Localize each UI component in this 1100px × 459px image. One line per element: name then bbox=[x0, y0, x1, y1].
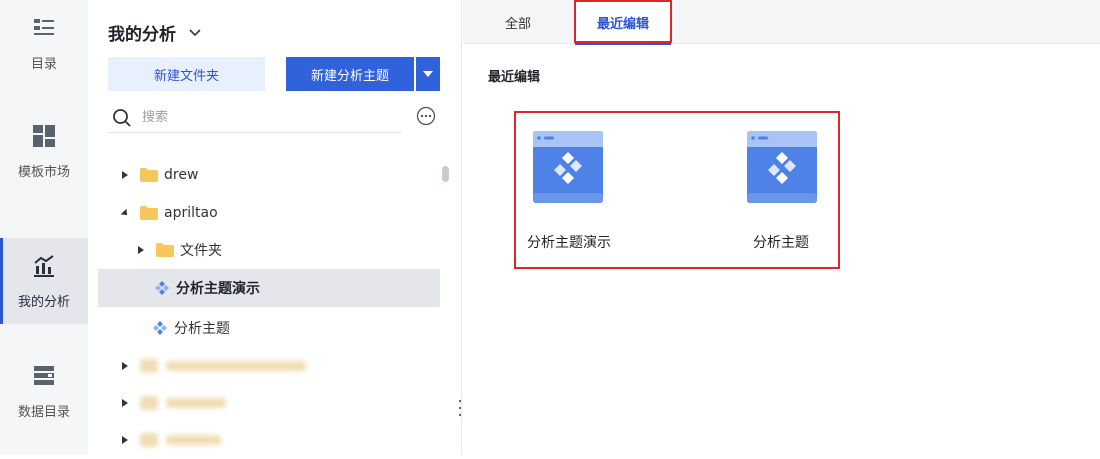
rail-item-directory[interactable]: 目录 bbox=[0, 0, 88, 86]
tree-item-folder[interactable]: apriltao bbox=[120, 194, 420, 232]
tree-item-label: apriltao bbox=[164, 205, 218, 221]
analysis-theme-thumbnail-icon bbox=[747, 131, 817, 203]
caret-expanded-icon[interactable] bbox=[120, 208, 130, 218]
rail-item-label: 数据目录 bbox=[17, 404, 70, 420]
chevron-down-icon bbox=[189, 28, 201, 36]
analysis-theme-card[interactable]: 分析主题演示 bbox=[499, 131, 639, 261]
rail-item-template-market[interactable]: 模板市场 bbox=[0, 108, 88, 194]
data-catalog-icon bbox=[34, 365, 54, 385]
new-folder-button[interactable]: 新建文件夹 bbox=[108, 57, 265, 91]
folder-icon bbox=[140, 433, 158, 447]
tab-all[interactable]: 全部 bbox=[483, 0, 553, 44]
folder-icon bbox=[140, 206, 158, 220]
search-input[interactable] bbox=[142, 110, 382, 125]
tree-item-folder[interactable]: drew bbox=[120, 156, 420, 194]
tree-item-label: 分析主题 bbox=[174, 321, 230, 337]
panel-title-dropdown[interactable]: 我的分析 bbox=[108, 20, 202, 45]
caret-right-icon[interactable] bbox=[120, 361, 130, 371]
tree-item-folder-redacted[interactable] bbox=[120, 421, 420, 459]
search-box bbox=[108, 103, 402, 133]
analysis-theme-icon bbox=[155, 281, 169, 295]
caret-right-icon[interactable] bbox=[120, 435, 130, 445]
search-icon bbox=[113, 108, 131, 127]
new-analysis-theme-button[interactable]: 新建分析主题 bbox=[286, 57, 414, 91]
caret-down-icon bbox=[423, 71, 433, 77]
redacted-label bbox=[166, 398, 226, 408]
redacted-label bbox=[166, 435, 221, 445]
rail-item-label: 目录 bbox=[30, 56, 57, 72]
folder-icon bbox=[140, 168, 158, 182]
tree-item-label: 文件夹 bbox=[180, 243, 222, 259]
my-analysis-icon bbox=[34, 254, 54, 277]
tree-item-label: drew bbox=[164, 167, 199, 183]
section-title: 最近编辑 bbox=[488, 70, 541, 85]
caret-right-icon[interactable] bbox=[136, 245, 146, 255]
tree-item-label: 分析主题演示 bbox=[176, 281, 260, 297]
rail-item-my-analysis[interactable]: 我的分析 bbox=[0, 238, 88, 324]
directory-icon bbox=[34, 18, 54, 35]
caret-right-icon[interactable] bbox=[120, 398, 130, 408]
left-nav-rail: 目录 模板市场 我的分析 数据目录 bbox=[0, 0, 88, 455]
rail-item-data-catalog[interactable]: 数据目录 bbox=[0, 348, 88, 434]
main-content: 全部 最近编辑 最近编辑 分析主题演示 分析主题 bbox=[463, 0, 1100, 455]
rail-item-label: 我的分析 bbox=[17, 294, 70, 310]
tree-item-analysis-theme[interactable]: 分析主题演示 bbox=[98, 269, 440, 307]
new-theme-dropdown-button[interactable] bbox=[416, 57, 440, 91]
panel-title: 我的分析 bbox=[108, 25, 176, 45]
card-label: 分析主题演示 bbox=[527, 235, 611, 251]
folder-icon bbox=[140, 359, 158, 373]
tab-recent-edits[interactable]: 最近编辑 bbox=[575, 0, 671, 44]
analysis-theme-card[interactable]: 分析主题 bbox=[711, 131, 851, 261]
active-tab-indicator bbox=[575, 42, 671, 45]
scrollbar-thumb[interactable] bbox=[442, 166, 449, 182]
tree-item-folder-redacted[interactable] bbox=[120, 384, 420, 422]
folder-icon bbox=[156, 243, 174, 257]
tree-item-folder[interactable]: 文件夹 bbox=[136, 231, 426, 269]
tab-bar: 全部 最近编辑 bbox=[463, 0, 1100, 45]
analysis-tree-panel: 我的分析 新建文件夹 新建分析主题 drew apriltao bbox=[88, 0, 462, 455]
card-label: 分析主题 bbox=[753, 235, 809, 251]
rail-item-label: 模板市场 bbox=[17, 164, 70, 180]
tree-item-analysis-theme[interactable]: 分析主题 bbox=[152, 309, 432, 347]
analysis-theme-icon bbox=[153, 321, 167, 335]
redacted-label bbox=[166, 361, 306, 371]
caret-right-icon[interactable] bbox=[120, 170, 130, 180]
template-market-icon bbox=[33, 124, 55, 147]
folder-icon bbox=[140, 396, 158, 410]
tree-item-folder-redacted[interactable] bbox=[120, 347, 420, 385]
analysis-theme-thumbnail-icon bbox=[533, 131, 603, 203]
more-options-icon[interactable] bbox=[416, 106, 436, 126]
